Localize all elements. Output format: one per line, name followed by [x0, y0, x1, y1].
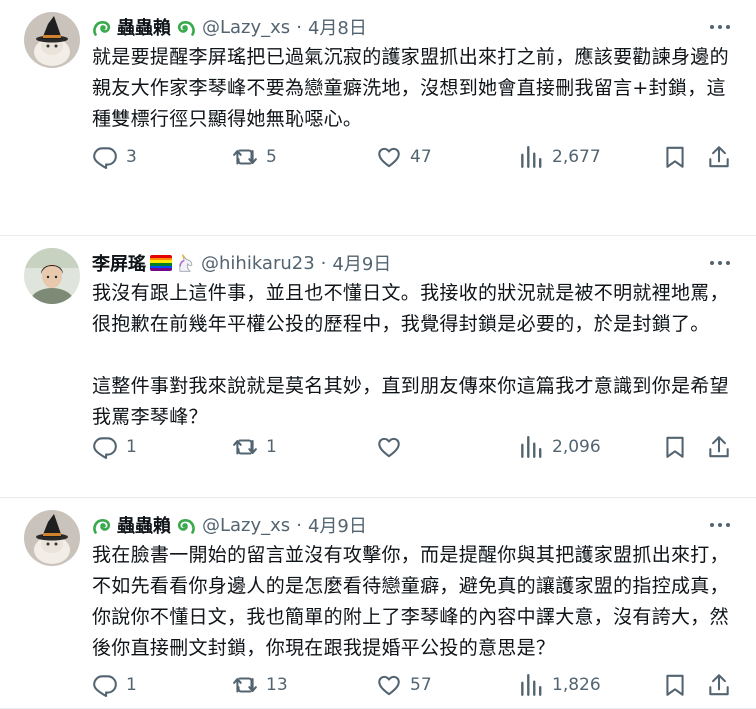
share-button[interactable] [706, 434, 732, 460]
snail-emoji-icon [177, 20, 195, 36]
rainbow-flag-icon [150, 255, 172, 271]
display-name-text: 蟲蟲賴 [117, 18, 171, 39]
action-bar: 1 1 2,096 [92, 432, 732, 462]
bookmark-icon [666, 146, 684, 168]
handle-and-date: @hihikaru23 · 4月9日 [201, 250, 391, 276]
more-icon[interactable] [708, 16, 732, 38]
retweet-icon [233, 677, 257, 693]
tweet[interactable]: 李屏瑤 @hihikaru23 · 4月9日 我沒有跟上這件事，並且也不懂日文。… [0, 236, 756, 498]
tweet-text: 就是要提醒李屏瑤把已過氣沉寂的護家盟抓出來打之前，應該要勸諫身邊的親友大作家李琴… [92, 42, 734, 135]
share-button[interactable] [706, 144, 732, 170]
bookmark-icon [666, 674, 684, 696]
snail-emoji-icon [93, 518, 111, 534]
reply-count: 3 [126, 147, 137, 167]
like-button[interactable] [376, 434, 410, 460]
user-handle[interactable]: @Lazy_xs [202, 17, 290, 38]
views-icon [521, 674, 542, 696]
like-button[interactable]: 47 [376, 144, 432, 170]
user-handle[interactable]: @Lazy_xs [202, 515, 290, 536]
retweet-button[interactable]: 5 [232, 144, 277, 170]
retweet-count: 5 [266, 147, 277, 167]
display-name[interactable]: 蟲蟲賴 [92, 512, 196, 538]
tweet-header: 蟲蟲賴 @Lazy_xs · 4月9日 [92, 510, 732, 540]
snail-emoji-icon [177, 518, 195, 534]
reply-icon [93, 437, 117, 459]
bookmark-button[interactable] [662, 434, 688, 460]
like-button[interactable]: 57 [376, 672, 432, 698]
tweet-date[interactable]: 4月9日 [308, 512, 367, 538]
unicorn-emoji-icon [179, 254, 193, 272]
display-name-text: 蟲蟲賴 [117, 516, 171, 537]
reply-icon [93, 675, 117, 697]
reply-count: 1 [126, 675, 137, 695]
snail-emoji-icon [93, 20, 111, 36]
view-count: 2,096 [552, 437, 601, 457]
user-handle[interactable]: @hihikaru23 [201, 253, 315, 274]
reply-icon [93, 147, 117, 169]
handle-and-date: @Lazy_xs · 4月8日 [202, 14, 367, 40]
tweet-paragraph: 就是要提醒李屏瑤把已過氣沉寂的護家盟抓出來打之前，應該要勸諫身邊的親友大作家李琴… [92, 46, 729, 130]
share-icon [709, 674, 729, 696]
views-button[interactable]: 2,677 [518, 144, 601, 170]
separator: · [296, 514, 302, 536]
separator: · [296, 16, 302, 38]
tweet-paragraph: 我在臉書一開始的留言並沒有攻擊你，而是提醒你與其把護家盟抓出來打，不如先看看你身… [92, 544, 729, 659]
tweet-text: 我沒有跟上這件事，並且也不懂日文。我接收的狀況就是被不明就裡地罵，很抱歉在前幾年… [92, 278, 734, 433]
retweet-button[interactable]: 1 [232, 434, 277, 460]
reply-count: 1 [126, 437, 137, 457]
tweet-header: 李屏瑤 @hihikaru23 · 4月9日 [92, 248, 732, 278]
action-bar: 1 13 57 1,826 [92, 670, 732, 700]
retweet-count: 1 [266, 437, 277, 457]
retweet-icon [233, 149, 257, 165]
view-count: 2,677 [552, 147, 601, 167]
avatar-hihikaru23[interactable] [24, 248, 80, 304]
separator: · [320, 252, 327, 274]
tweet[interactable]: 蟲蟲賴 @Lazy_xs · 4月9日 我在臉書一開始的留言並沒有攻擊你，而是提… [0, 498, 756, 709]
tweet-paragraph: 我沒有跟上這件事，並且也不懂日文。我接收的狀況就是被不明就裡地罵，很抱歉在前幾年… [92, 282, 729, 335]
more-icon[interactable] [708, 252, 732, 274]
tweet[interactable]: 蟲蟲賴 @Lazy_xs · 4月8日 就是要提醒李屏瑤把已過氣沉寂的護家盟抓出… [0, 0, 756, 236]
display-name-text: 李屏瑤 [92, 254, 146, 275]
heart-icon [378, 675, 400, 696]
reply-button[interactable]: 1 [92, 434, 137, 460]
views-icon [521, 436, 542, 458]
tweet-date[interactable]: 4月8日 [308, 14, 367, 40]
like-count: 57 [410, 675, 432, 695]
heart-icon [378, 147, 400, 168]
views-button[interactable]: 1,826 [518, 672, 601, 698]
reply-button[interactable]: 3 [92, 144, 137, 170]
retweet-count: 13 [266, 675, 288, 695]
action-bar: 3 5 47 2,677 [92, 142, 732, 172]
tweet-paragraph: 這整件事對我來說就是莫名其妙，直到朋友傳來你這篇我才意識到你是希望我罵李琴峰？ [92, 375, 729, 428]
avatar-lazy-xs[interactable] [24, 12, 80, 68]
like-count: 47 [410, 147, 432, 167]
display-name[interactable]: 蟲蟲賴 [92, 14, 196, 40]
tweet-header: 蟲蟲賴 @Lazy_xs · 4月8日 [92, 12, 732, 42]
retweet-icon [233, 439, 257, 455]
retweet-button[interactable]: 13 [232, 672, 288, 698]
share-icon [709, 146, 729, 168]
reply-button[interactable]: 1 [92, 672, 137, 698]
more-icon[interactable] [708, 514, 732, 536]
tweet-text: 我在臉書一開始的留言並沒有攻擊你，而是提醒你與其把護家盟抓出來打，不如先看看你身… [92, 540, 734, 664]
avatar-lazy-xs[interactable] [24, 510, 80, 566]
share-button[interactable] [706, 672, 732, 698]
bookmark-icon [666, 436, 684, 458]
view-count: 1,826 [552, 675, 601, 695]
handle-and-date: @Lazy_xs · 4月9日 [202, 512, 367, 538]
display-name[interactable]: 李屏瑤 [92, 250, 195, 276]
views-button[interactable]: 2,096 [518, 434, 601, 460]
views-icon [521, 146, 542, 168]
bookmark-button[interactable] [662, 144, 688, 170]
tweet-date[interactable]: 4月9日 [332, 250, 391, 276]
share-icon [709, 436, 729, 458]
bookmark-button[interactable] [662, 672, 688, 698]
heart-icon [378, 437, 400, 458]
